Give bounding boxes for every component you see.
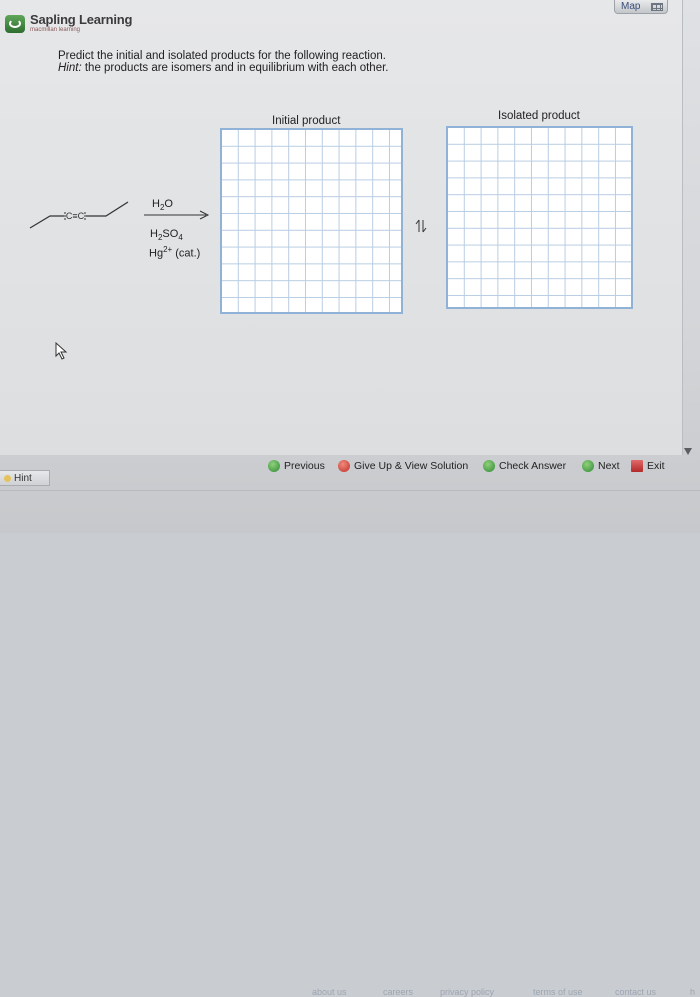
next-label: Next (598, 460, 620, 472)
exit-door-icon (631, 460, 643, 472)
map-button[interactable]: Map (614, 0, 668, 14)
check-answer-button[interactable]: Check Answer (483, 458, 566, 474)
reagent-acid-h: H (150, 228, 158, 240)
equilibrium-arrows-icon (415, 219, 427, 233)
isolated-product-drawing-area[interactable] (446, 126, 633, 309)
footer: about us careers privacy policy terms of… (0, 488, 700, 997)
app-screen: Map Sapling Learning macmillan learning … (0, 0, 700, 997)
hint-button[interactable]: Hint (0, 470, 50, 486)
check-answer-label: Check Answer (499, 460, 567, 472)
sapling-logo: Sapling Learning macmillan learning (5, 12, 132, 33)
exit-button[interactable]: Exit (631, 458, 665, 474)
reagent-mercury-hg: Hg (149, 247, 164, 260)
reagent-water-o: O (164, 198, 173, 210)
logo-subtitle: macmillan learning (30, 27, 81, 33)
reagent-mercury-cat: (cat.) (172, 247, 201, 260)
check-mark-icon (483, 460, 495, 472)
footer-link-contact[interactable]: contact us (615, 987, 656, 997)
scroll-down-icon[interactable] (684, 448, 692, 455)
alkyne-structure: C≡C (29, 201, 129, 229)
question-hint: Hint: the products are isomers and in eq… (58, 62, 388, 74)
reagent-sulfuric-acid: H2SO4 (150, 228, 183, 242)
hint-button-label: Hint (14, 473, 32, 484)
mouse-cursor-icon (55, 342, 68, 360)
footer-link-careers[interactable]: careers (383, 987, 413, 997)
alkyne-center-label: C≡C (66, 211, 85, 221)
reagent-acid-so: SO (162, 228, 179, 240)
map-grid-icon (651, 3, 663, 11)
reaction-arrow (144, 210, 210, 220)
footer-link-h[interactable]: h (690, 987, 695, 997)
hint-label: Hint: (58, 62, 82, 74)
footer-link-about[interactable]: about us (312, 987, 347, 997)
next-arrow-icon (582, 460, 594, 472)
reagent-mercury-sup: 2+ (163, 245, 173, 254)
question-text: Predict the initial and isolated product… (58, 50, 388, 74)
question-panel: Map Sapling Learning macmillan learning … (0, 0, 683, 455)
footer-link-terms[interactable]: terms of use (533, 987, 583, 997)
give-up-x-icon (338, 460, 350, 472)
initial-product-drawing-area[interactable] (220, 128, 403, 314)
previous-button[interactable]: Previous (268, 458, 325, 474)
reagent-water-h: H (152, 198, 160, 210)
sapling-logo-icon (5, 15, 25, 33)
isolated-product-title: Isolated product (498, 110, 580, 122)
previous-label: Previous (284, 460, 325, 472)
hint-text: the products are isomers and in equilibr… (81, 62, 389, 74)
logo-title: Sapling Learning (30, 12, 133, 27)
footer-link-privacy[interactable]: privacy policy (440, 987, 494, 997)
give-up-label: Give Up & View Solution (354, 460, 469, 472)
reagent-acid-sub2: 4 (178, 233, 183, 243)
map-button-label: Map (621, 1, 641, 12)
exit-label: Exit (647, 460, 665, 472)
previous-arrow-icon (268, 460, 280, 472)
reagent-mercury: Hg2+ (cat.) (149, 245, 200, 260)
question-prompt: Predict the initial and isolated product… (58, 50, 386, 62)
give-up-button[interactable]: Give Up & View Solution (338, 458, 468, 474)
initial-product-title: Initial product (272, 115, 341, 127)
next-button[interactable]: Next (582, 458, 620, 474)
